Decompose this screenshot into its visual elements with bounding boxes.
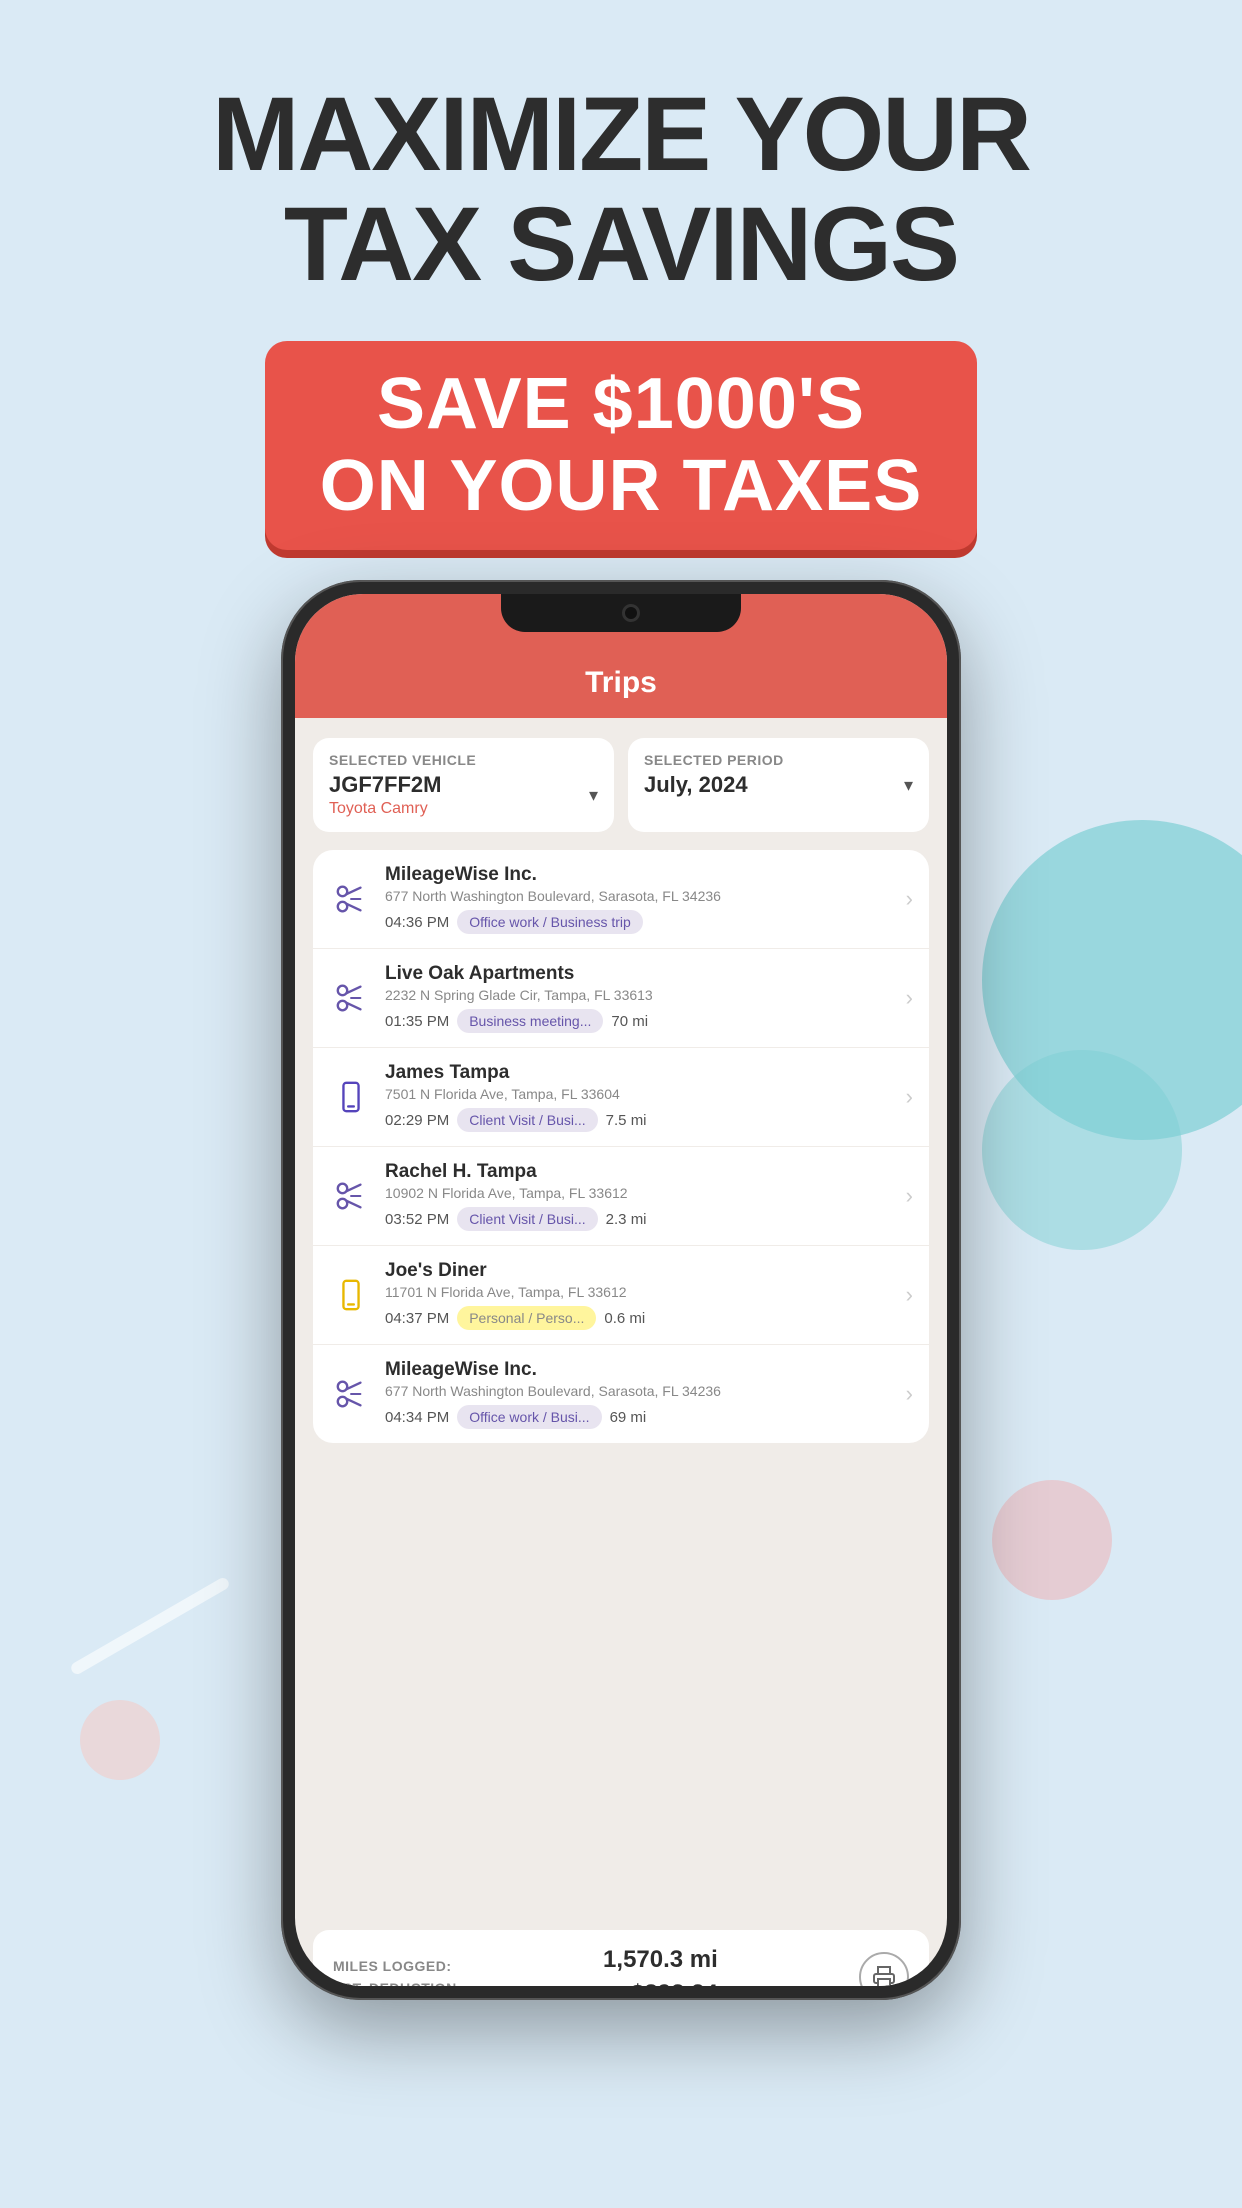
promo-badge: SAVE $1000'S ON YOUR TAXES: [265, 341, 977, 551]
phone-outer: Trips SELECTED VEHICLE JGF7FF2M Toyota C…: [281, 580, 961, 2000]
trip-miles: 69 mi: [610, 1409, 647, 1426]
main-headline: MAXIMIZE YOUR TAX SAVINGS: [0, 80, 1242, 301]
trip-time: 04:37 PM: [385, 1310, 449, 1327]
selectors-row: SELECTED VEHICLE JGF7FF2M Toyota Camry ▾…: [313, 738, 929, 832]
trip-time: 02:29 PM: [385, 1112, 449, 1129]
trip-info: MileageWise Inc. 677 North Washington Bo…: [385, 1359, 900, 1429]
vehicle-selector-sub: Toyota Camry: [329, 800, 441, 818]
trip-tags: 03:52 PM Client Visit / Busi... 2.3 mi: [385, 1207, 900, 1231]
deduction-label: EST. DEDUCTION:: [333, 1980, 462, 1986]
trip-icon: [329, 976, 373, 1020]
trip-miles: 2.3 mi: [606, 1211, 647, 1228]
trip-chevron-icon: ›: [906, 1282, 913, 1308]
trip-time: 03:52 PM: [385, 1211, 449, 1228]
trip-item[interactable]: Live Oak Apartments 2232 N Spring Glade …: [313, 949, 929, 1048]
trip-chevron-icon: ›: [906, 1183, 913, 1209]
vehicle-selector-value: JGF7FF2M: [329, 772, 441, 798]
print-icon: [872, 1965, 896, 1986]
trip-icon: [329, 1372, 373, 1416]
trip-tags: 04:37 PM Personal / Perso... 0.6 mi: [385, 1306, 900, 1330]
trip-time: 04:34 PM: [385, 1409, 449, 1426]
vehicle-selector-label: SELECTED VEHICLE: [329, 752, 598, 768]
trip-chevron-icon: ›: [906, 1381, 913, 1407]
trip-icon: [329, 1273, 373, 1317]
trip-miles: 0.6 mi: [604, 1310, 645, 1327]
trip-name: MileageWise Inc.: [385, 1359, 900, 1381]
trip-address: 10902 N Florida Ave, Tampa, FL 33612: [385, 1185, 900, 1201]
trip-address: 677 North Washington Boulevard, Sarasota…: [385, 888, 900, 904]
trip-tag: Office work / Business trip: [457, 910, 643, 934]
trip-tag: Personal / Perso...: [457, 1306, 596, 1330]
vehicle-selector-value-row: JGF7FF2M Toyota Camry ▾: [329, 772, 598, 818]
trip-chevron-icon: ›: [906, 985, 913, 1011]
trip-address: 7501 N Florida Ave, Tampa, FL 33604: [385, 1086, 900, 1102]
stats-values: 1,570.3 mi $893.24: [603, 1946, 718, 1986]
period-selector[interactable]: SELECTED PERIOD July, 2024 ▾: [628, 738, 929, 832]
bg-decoration-pink2: [80, 1700, 160, 1780]
phone-header: Trips: [295, 648, 947, 718]
trip-tags: 04:34 PM Office work / Busi... 69 mi: [385, 1405, 900, 1429]
trip-item[interactable]: Rachel H. Tampa 10902 N Florida Ave, Tam…: [313, 1147, 929, 1246]
vehicle-chevron-icon: ▾: [589, 785, 598, 806]
deduction-value: $893.24: [631, 1980, 718, 1986]
vehicle-selector[interactable]: SELECTED VEHICLE JGF7FF2M Toyota Camry ▾: [313, 738, 614, 832]
trip-info: James Tampa 7501 N Florida Ave, Tampa, F…: [385, 1062, 900, 1132]
trip-item[interactable]: MileageWise Inc. 677 North Washington Bo…: [313, 850, 929, 949]
trip-tag: Office work / Busi...: [457, 1405, 601, 1429]
trip-name: MileageWise Inc.: [385, 864, 900, 886]
trip-address: 11701 N Florida Ave, Tampa, FL 33612: [385, 1284, 900, 1300]
trip-time: 04:36 PM: [385, 914, 449, 931]
phone-camera: [622, 604, 640, 622]
trip-info: Live Oak Apartments 2232 N Spring Glade …: [385, 963, 900, 1033]
phone-header-title: Trips: [585, 666, 657, 700]
phone-content: SELECTED VEHICLE JGF7FF2M Toyota Camry ▾…: [295, 718, 947, 1916]
trip-info: Rachel H. Tampa 10902 N Florida Ave, Tam…: [385, 1161, 900, 1231]
trip-tag: Client Visit / Busi...: [457, 1108, 597, 1132]
phone-notch: [501, 594, 741, 632]
miles-value: 1,570.3 mi: [603, 1946, 718, 1974]
trip-chevron-icon: ›: [906, 886, 913, 912]
trip-icon: [329, 1174, 373, 1218]
trips-list: MileageWise Inc. 677 North Washington Bo…: [313, 850, 929, 1443]
trip-name: Rachel H. Tampa: [385, 1161, 900, 1183]
period-selector-value: July, 2024: [644, 772, 748, 798]
trip-address: 677 North Washington Boulevard, Sarasota…: [385, 1383, 900, 1399]
miles-label: MILES LOGGED:: [333, 1958, 462, 1974]
trip-item[interactable]: James Tampa 7501 N Florida Ave, Tampa, F…: [313, 1048, 929, 1147]
bg-decoration-pink: [992, 1480, 1112, 1600]
trip-icon: [329, 1075, 373, 1119]
bg-decoration-teal2: [982, 1050, 1182, 1250]
trip-tag: Client Visit / Busi...: [457, 1207, 597, 1231]
trip-chevron-icon: ›: [906, 1084, 913, 1110]
trip-info: Joe's Diner 11701 N Florida Ave, Tampa, …: [385, 1260, 900, 1330]
trip-address: 2232 N Spring Glade Cir, Tampa, FL 33613: [385, 987, 900, 1003]
bg-decoration-stripe: [69, 1576, 231, 1676]
promo-badge-wrapper: SAVE $1000'S ON YOUR TAXES: [0, 341, 1242, 551]
trip-item[interactable]: Joe's Diner 11701 N Florida Ave, Tampa, …: [313, 1246, 929, 1345]
footer-stats: MILES LOGGED: EST. DEDUCTION: 1,570.3 mi…: [313, 1930, 929, 1986]
trip-name: James Tampa: [385, 1062, 900, 1084]
trip-tags: 04:36 PM Office work / Business trip: [385, 910, 900, 934]
trip-time: 01:35 PM: [385, 1013, 449, 1030]
trip-miles: 70 mi: [611, 1013, 648, 1030]
header-section: MAXIMIZE YOUR TAX SAVINGS SAVE $1000'S O…: [0, 0, 1242, 550]
trip-name: Joe's Diner: [385, 1260, 900, 1282]
period-selector-label: SELECTED PERIOD: [644, 752, 913, 768]
trip-item[interactable]: MileageWise Inc. 677 North Washington Bo…: [313, 1345, 929, 1443]
trip-tags: 02:29 PM Client Visit / Busi... 7.5 mi: [385, 1108, 900, 1132]
phone-inner: Trips SELECTED VEHICLE JGF7FF2M Toyota C…: [295, 594, 947, 1986]
trip-miles: 7.5 mi: [606, 1112, 647, 1129]
trip-tag: Business meeting...: [457, 1009, 603, 1033]
trip-icon: [329, 877, 373, 921]
stats-labels: MILES LOGGED: EST. DEDUCTION:: [333, 1958, 462, 1986]
period-selector-value-row: July, 2024 ▾: [644, 772, 913, 798]
trip-name: Live Oak Apartments: [385, 963, 900, 985]
trip-tags: 01:35 PM Business meeting... 70 mi: [385, 1009, 900, 1033]
phone-mockup: Trips SELECTED VEHICLE JGF7FF2M Toyota C…: [281, 580, 961, 2000]
print-button[interactable]: [859, 1952, 909, 1986]
period-chevron-icon: ▾: [904, 775, 913, 796]
trip-info: MileageWise Inc. 677 North Washington Bo…: [385, 864, 900, 934]
